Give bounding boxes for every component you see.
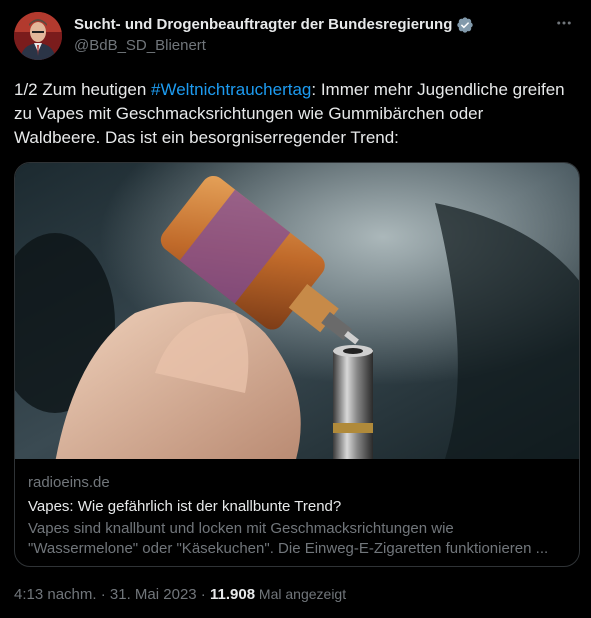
view-count-label: Mal angezeigt — [255, 586, 347, 602]
tweet-date[interactable]: 31. Mai 2023 — [110, 586, 197, 603]
avatar-photo — [14, 12, 62, 60]
footer-separator: · — [96, 586, 110, 603]
link-preview-card[interactable]: radioeins.de Vapes: Wie gefährlich ist d… — [14, 162, 580, 567]
footer-separator: · — [196, 586, 210, 603]
card-title[interactable]: Vapes: Wie gefährlich ist der knallbunte… — [28, 497, 568, 517]
tweet-text-before: 1/2 Zum heutigen — [14, 80, 152, 99]
avatar[interactable] — [14, 12, 62, 60]
tweet-time[interactable]: 4:13 nachm. — [14, 586, 97, 603]
tweet-header: Sucht- und Drogenbeauftragter der Bundes… — [14, 12, 579, 60]
author-handle[interactable]: @BdB_SD_Blienert — [74, 36, 474, 56]
card-domain: radioeins.de — [28, 474, 110, 491]
more-horizontal-icon — [557, 21, 571, 25]
card-description: Vapes sind knallbunt und locken mit Gesc… — [28, 520, 549, 557]
more-options-button[interactable] — [553, 12, 575, 34]
hashtag-link[interactable]: #Weltnichtrauchertag — [151, 80, 311, 99]
view-count: 11.908 — [209, 586, 256, 603]
author-display-name[interactable]: Sucht- und Drogenbeauftragter der Bundes… — [74, 15, 452, 35]
tweet-text: 1/2 Zum heutigen #Weltnichtrauchertag: I… — [14, 78, 574, 150]
verified-badge-icon — [456, 16, 474, 34]
card-image — [15, 163, 579, 459]
tweet-footer: 4:13 nachm. · 31. Mai 2023 · 11.908 Mal … — [14, 584, 346, 605]
